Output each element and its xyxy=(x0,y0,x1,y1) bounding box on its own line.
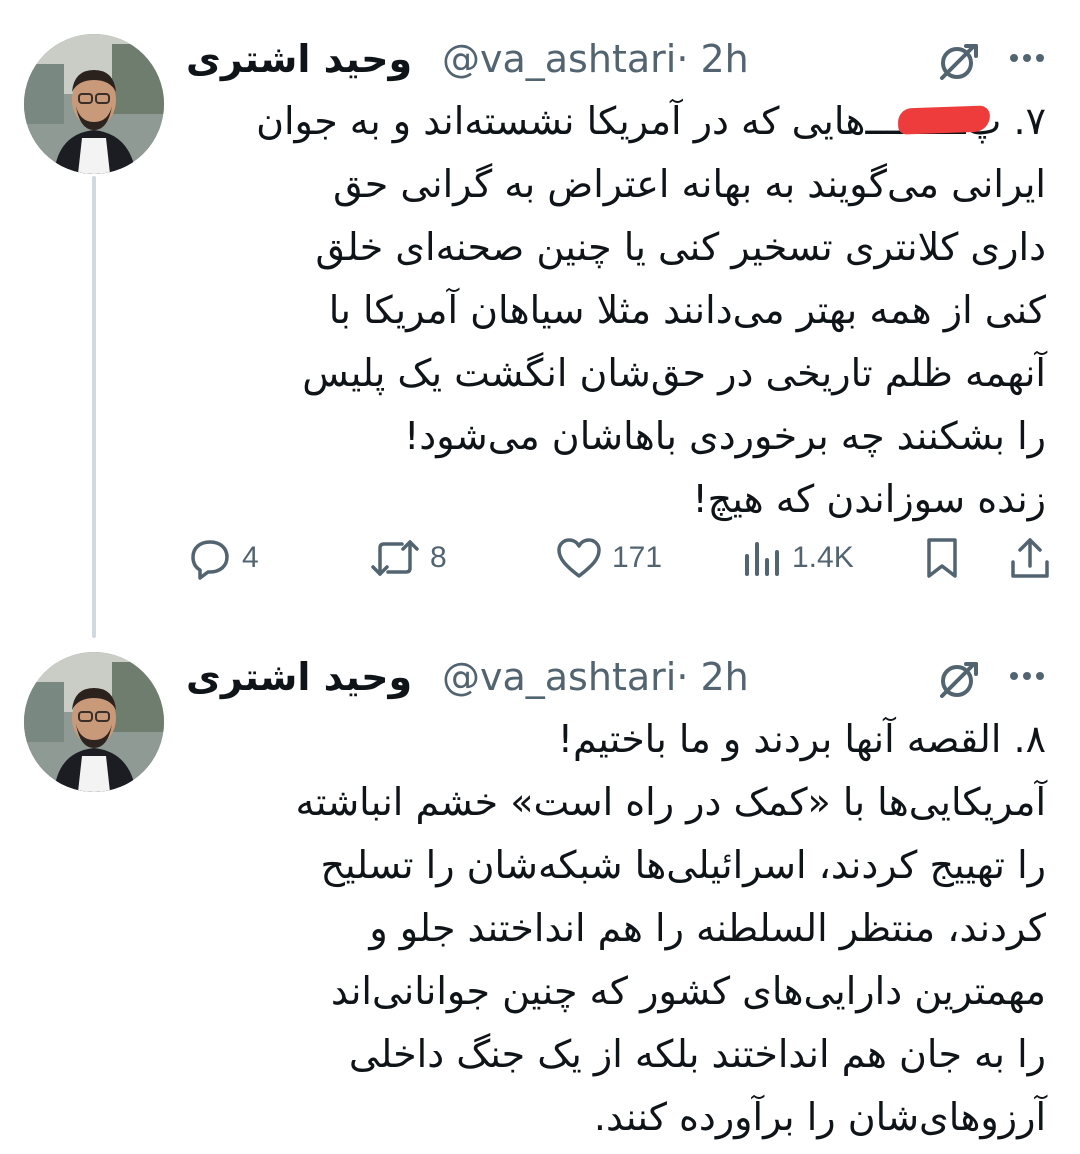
more-dots-icon[interactable] xyxy=(1008,670,1046,682)
share-button[interactable] xyxy=(1008,530,1052,586)
heart-icon xyxy=(557,538,601,578)
retweet-icon xyxy=(371,540,419,576)
like-count: 171 xyxy=(612,541,663,574)
retweet-button[interactable]: 8 xyxy=(370,530,447,586)
view-count: 1.4K xyxy=(792,541,854,574)
tweet-header: وحید اشتری @va_ashtari· 2h xyxy=(186,648,1046,706)
tweet-text: ۷. پ‌ـــــــــ‌هایی که در آمریکا نشسته‌ا… xyxy=(256,99,1046,521)
like-button[interactable]: 171 xyxy=(556,530,662,586)
grok-slash-circle-icon[interactable] xyxy=(936,38,982,84)
views-button[interactable]: 1.4K xyxy=(742,530,854,586)
tweet-header: وحید اشتری @va_ashtari· 2h xyxy=(186,30,1046,88)
timestamp[interactable]: · 2h xyxy=(676,37,748,81)
display-name[interactable]: وحید اشتری xyxy=(186,34,412,84)
handle-and-time[interactable]: @va_ashtari· 2h xyxy=(442,34,749,84)
avatar-photo xyxy=(24,652,164,792)
more-dots-icon[interactable] xyxy=(1008,52,1046,64)
views-bars-icon xyxy=(745,542,779,576)
grok-slash-circle-icon[interactable] xyxy=(936,656,982,702)
timestamp[interactable]: · 2h xyxy=(676,655,748,699)
reply-bubble-icon xyxy=(191,540,229,580)
handle[interactable]: @va_ashtari xyxy=(442,37,676,81)
avatar[interactable] xyxy=(24,34,164,174)
bookmark-icon xyxy=(927,538,957,578)
redaction-mark xyxy=(897,105,991,135)
retweet-count: 8 xyxy=(430,541,447,574)
avatar-photo xyxy=(24,34,164,174)
share-upload-icon xyxy=(1011,538,1049,578)
display-name[interactable]: وحید اشتری xyxy=(186,652,412,702)
tweet-text: ۸. القصه آنها بردند و ما باختیم! آمریکای… xyxy=(295,717,1047,1139)
avatar[interactable] xyxy=(24,652,164,792)
handle[interactable]: @va_ashtari xyxy=(442,655,676,699)
thread-connector-line xyxy=(92,176,96,638)
reply-button[interactable]: 4 xyxy=(188,530,259,586)
tweet-actions: 4 8 171 1.4K xyxy=(186,530,1056,590)
reply-count: 4 xyxy=(242,541,259,574)
bookmark-button[interactable] xyxy=(924,530,960,586)
handle-and-time[interactable]: @va_ashtari· 2h xyxy=(442,652,749,702)
